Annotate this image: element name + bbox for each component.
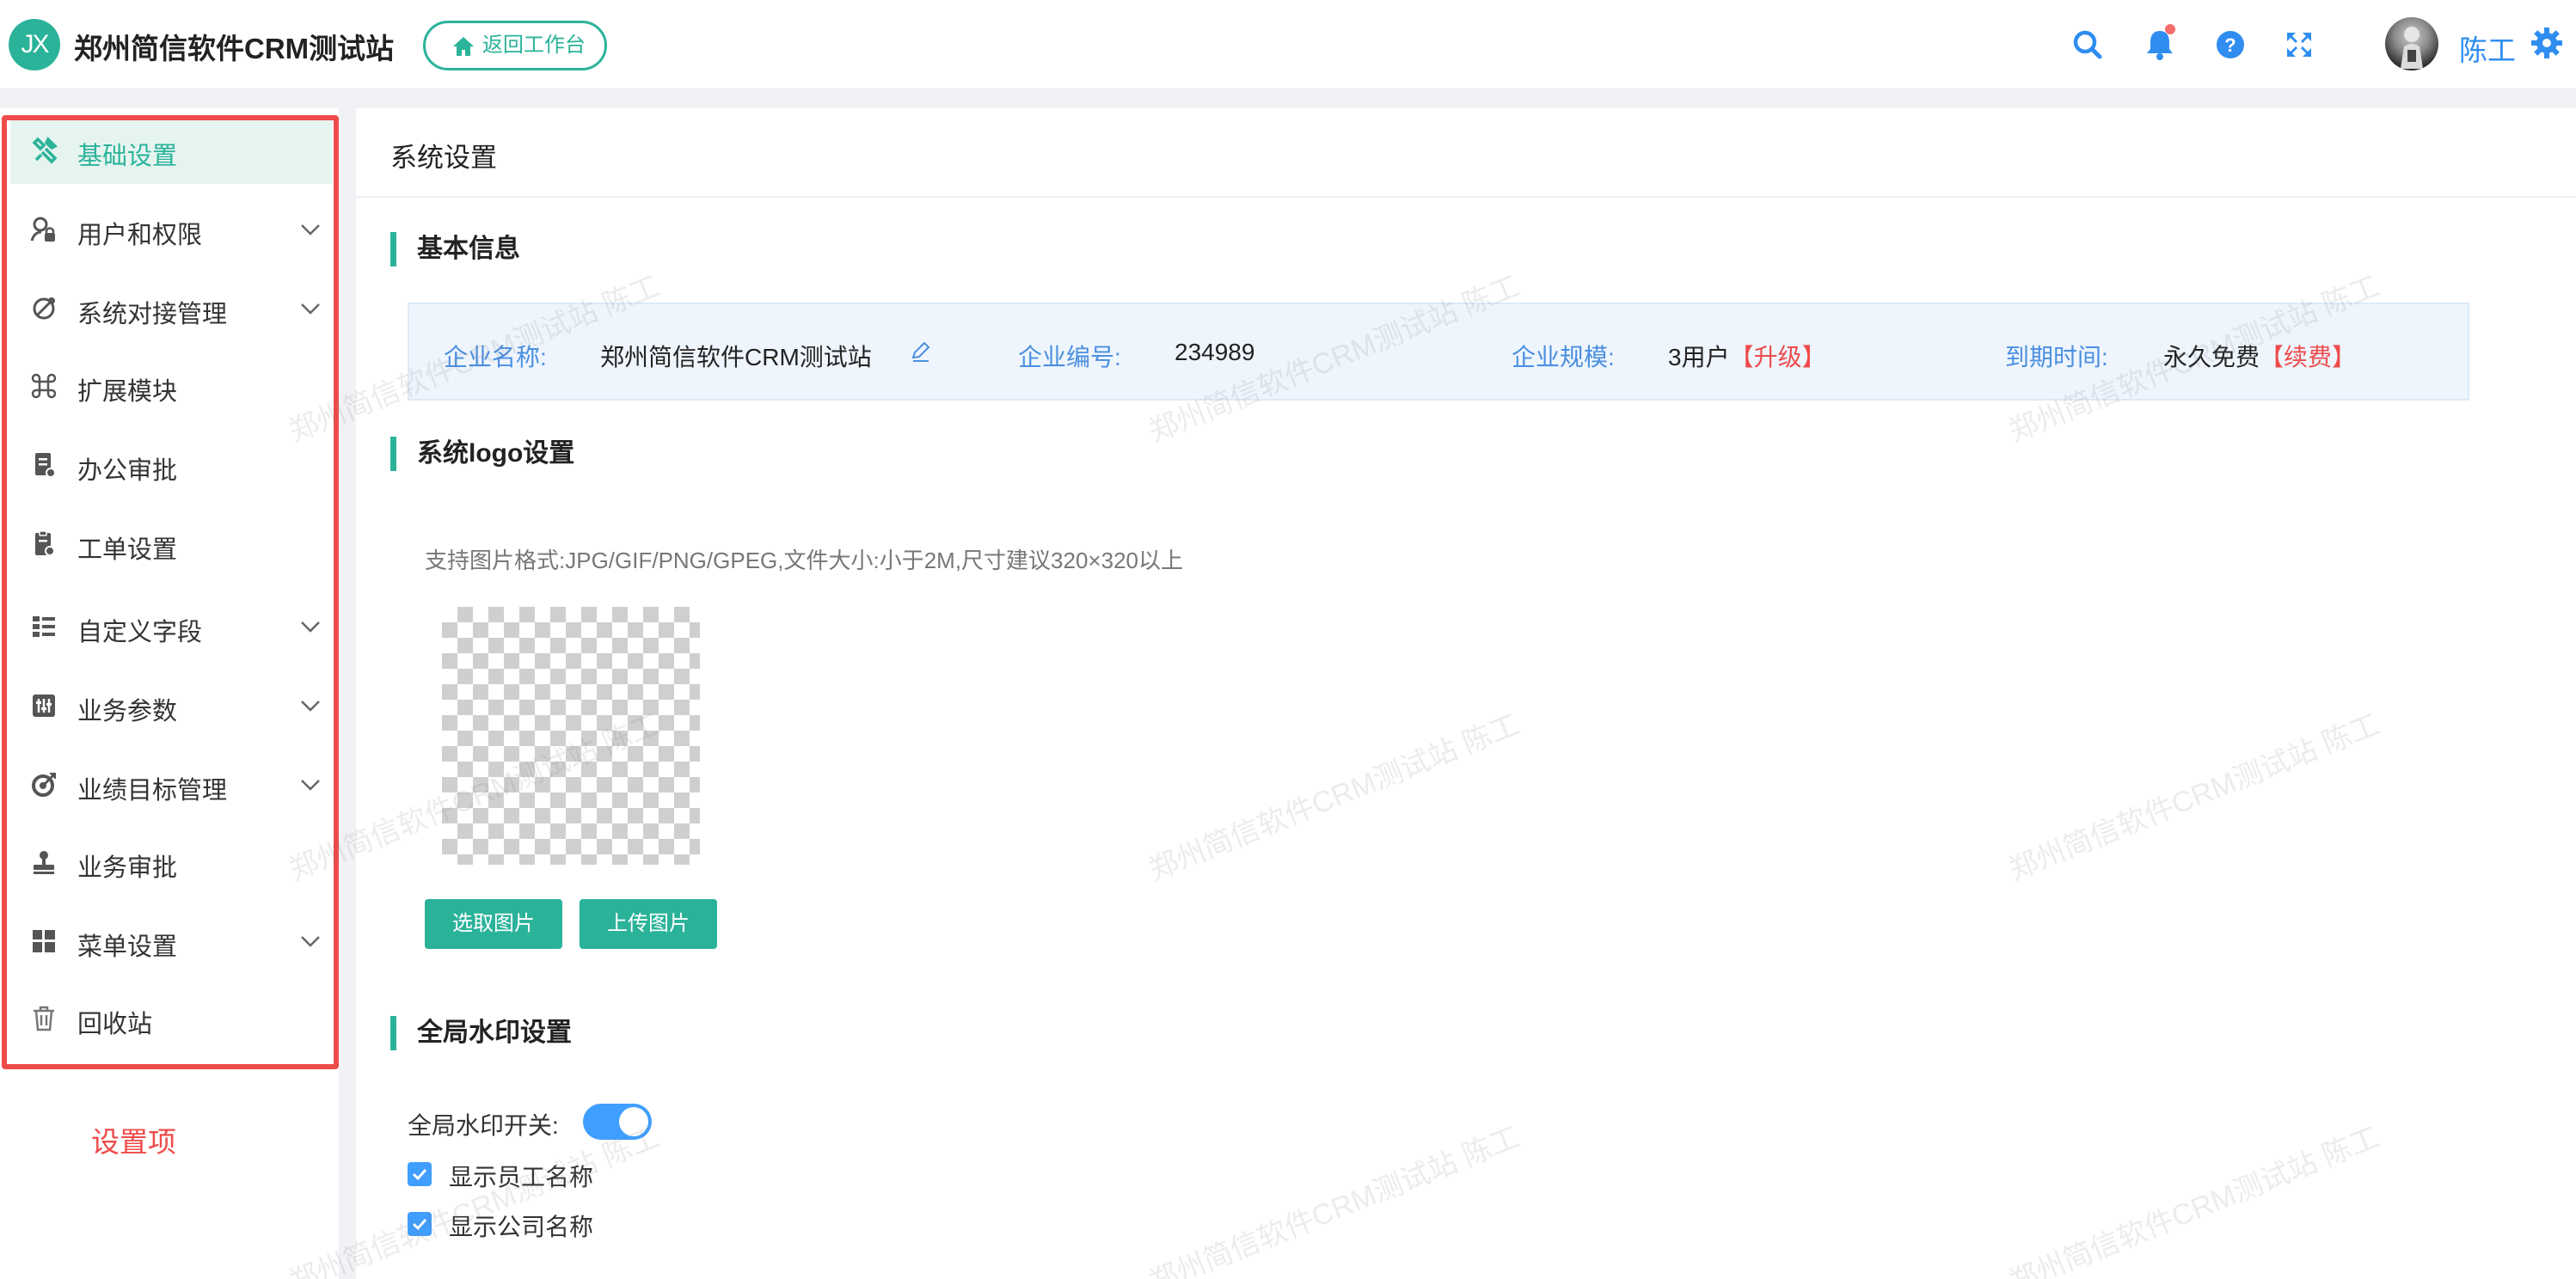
avatar[interactable] bbox=[2385, 17, 2438, 70]
title-divider bbox=[356, 196, 2576, 198]
company-scale-label: 企业规模: bbox=[1512, 344, 1615, 370]
chevron-down-icon bbox=[301, 936, 320, 947]
sidebar-item-users-permissions[interactable]: 用户和权限 bbox=[10, 196, 332, 263]
settings-annotation: 设置项 bbox=[91, 1126, 176, 1158]
gear-icon[interactable] bbox=[2528, 24, 2562, 58]
page-title: 系统设置 bbox=[390, 143, 497, 173]
chevron-down-icon bbox=[301, 303, 320, 315]
back-button-label: 返回工作台 bbox=[482, 34, 586, 57]
stamp-icon bbox=[34, 851, 54, 874]
home-icon bbox=[453, 37, 474, 56]
fullscreen-icon[interactable] bbox=[2280, 26, 2318, 64]
company-name-label: 企业名称: bbox=[444, 344, 547, 370]
wrench-icon bbox=[32, 137, 58, 164]
svg-text:?: ? bbox=[2224, 34, 2236, 56]
company-info-panel: 企业名称: 郑州简信软件CRM测试站 企业编号: 234989 企业规模: 3用… bbox=[408, 303, 2469, 401]
user-lock-icon bbox=[30, 217, 55, 242]
company-scale-value: 3用户【升级】 bbox=[1668, 339, 1826, 373]
expire-time-label: 到期时间: bbox=[2005, 344, 2108, 370]
company-no-value: 234989 bbox=[1175, 339, 1255, 365]
toggle-knob bbox=[619, 1107, 648, 1136]
chevron-down-icon bbox=[301, 780, 320, 791]
sidebar-item-label: 业绩目标管理 bbox=[77, 777, 228, 805]
logo-settings-title: 系统logo设置 bbox=[390, 437, 574, 471]
sliders-icon bbox=[33, 695, 55, 717]
search-icon[interactable] bbox=[2069, 26, 2107, 64]
expire-time-value: 永久免费【续费】 bbox=[2163, 339, 2356, 373]
chevron-down-icon bbox=[301, 224, 320, 236]
watermark-settings-title: 全局水印设置 bbox=[390, 1016, 572, 1050]
clipboard-icon bbox=[35, 530, 55, 556]
upload-image-button[interactable]: 上传图片 bbox=[580, 899, 717, 949]
trash-icon bbox=[34, 1006, 54, 1031]
sidebar-item-label: 工单设置 bbox=[77, 536, 178, 564]
back-to-workbench-button[interactable]: 返回工作台 bbox=[423, 21, 607, 70]
app-title: 郑州简信软件CRM测试站 bbox=[74, 33, 395, 64]
edit-icon[interactable] bbox=[910, 340, 932, 363]
logo-preview bbox=[442, 607, 700, 865]
sidebar-item-label: 业务审批 bbox=[77, 854, 178, 882]
show-company-label: 显示公司名称 bbox=[449, 1214, 594, 1240]
show-employee-checkbox[interactable] bbox=[408, 1162, 432, 1186]
command-icon bbox=[31, 373, 57, 399]
sidebar-item-performance-targets[interactable]: 业绩目标管理 bbox=[10, 751, 332, 818]
bell-icon[interactable] bbox=[2141, 24, 2179, 64]
company-name-value: 郑州简信软件CRM测试站 bbox=[600, 344, 872, 370]
expire-value-text: 永久免费 bbox=[2163, 344, 2260, 370]
sidebar-item-office-approval[interactable]: 办公审批 bbox=[10, 431, 332, 499]
upgrade-link[interactable]: 【升级】 bbox=[1730, 344, 1826, 370]
check-icon bbox=[412, 1218, 427, 1231]
chevron-down-icon bbox=[301, 701, 320, 712]
help-icon[interactable]: ? bbox=[2211, 26, 2249, 64]
user-name[interactable]: 陈工 bbox=[2459, 28, 2516, 69]
sidebar-item-label: 自定义字段 bbox=[77, 619, 203, 646]
select-image-button[interactable]: 选取图片 bbox=[425, 899, 562, 949]
sidebar-item-menu-settings[interactable]: 菜单设置 bbox=[10, 908, 332, 975]
sidebar-item-label: 菜单设置 bbox=[77, 933, 178, 961]
renew-link[interactable]: 【续费】 bbox=[2260, 344, 2356, 370]
company-no-label: 企业编号: bbox=[1018, 344, 1121, 370]
sidebar-item-label: 基础设置 bbox=[77, 143, 178, 170]
sidebar-item-system-integration[interactable]: 系统对接管理 bbox=[10, 275, 332, 342]
sidebar-item-extension-modules[interactable]: 扩展模块 bbox=[10, 352, 332, 419]
sidebar-item-business-parameters[interactable]: 业务参数 bbox=[10, 672, 332, 739]
sidebar-item-label: 扩展模块 bbox=[77, 378, 178, 406]
check-icon bbox=[412, 1168, 427, 1181]
document-icon bbox=[35, 453, 56, 478]
scale-value-text: 3用户 bbox=[1668, 344, 1730, 370]
app-logo: JX bbox=[9, 19, 60, 70]
sidebar-item-basic-settings[interactable]: 基础设置 bbox=[10, 117, 332, 184]
show-company-checkbox[interactable] bbox=[408, 1212, 432, 1236]
logo-format-hint: 支持图片格式:JPG/GIF/PNG/GPEG,文件大小:小于2M,尺寸建议32… bbox=[425, 548, 1183, 573]
basic-info-title: 基本信息 bbox=[390, 232, 520, 266]
sidebar-item-label: 业务参数 bbox=[77, 698, 178, 725]
notification-dot bbox=[2165, 24, 2175, 34]
watermark-toggle[interactable] bbox=[583, 1104, 652, 1140]
sidebar-item-ticket-settings[interactable]: 工单设置 bbox=[10, 511, 332, 578]
sidebar-item-recycle-bin[interactable]: 回收站 bbox=[10, 985, 332, 1052]
show-employee-label: 显示员工名称 bbox=[449, 1164, 594, 1190]
sidebar-item-label: 用户和权限 bbox=[77, 222, 203, 249]
sidebar-item-label: 办公审批 bbox=[77, 457, 178, 485]
watermark-switch-label: 全局水印开关: bbox=[408, 1112, 559, 1139]
sidebar-item-label: 系统对接管理 bbox=[77, 301, 228, 328]
top-bar: JX 郑州简信软件CRM测试站 返回工作台 ? 陈工 bbox=[0, 0, 2576, 89]
sidebar: 基础设置 用户和权限 系统对接管理 扩展模块 办公审批 工单设置 自定义字段 业… bbox=[0, 108, 339, 1279]
sidebar-item-label: 回收站 bbox=[77, 1011, 153, 1038]
sidebar-item-custom-fields[interactable]: 自定义字段 bbox=[10, 593, 332, 660]
sidebar-item-business-approval[interactable]: 业务审批 bbox=[10, 829, 332, 896]
chevron-down-icon bbox=[301, 621, 320, 633]
list-icon bbox=[33, 616, 55, 637]
target-icon bbox=[32, 773, 56, 797]
grid-icon bbox=[33, 930, 55, 952]
link-icon bbox=[33, 297, 55, 320]
